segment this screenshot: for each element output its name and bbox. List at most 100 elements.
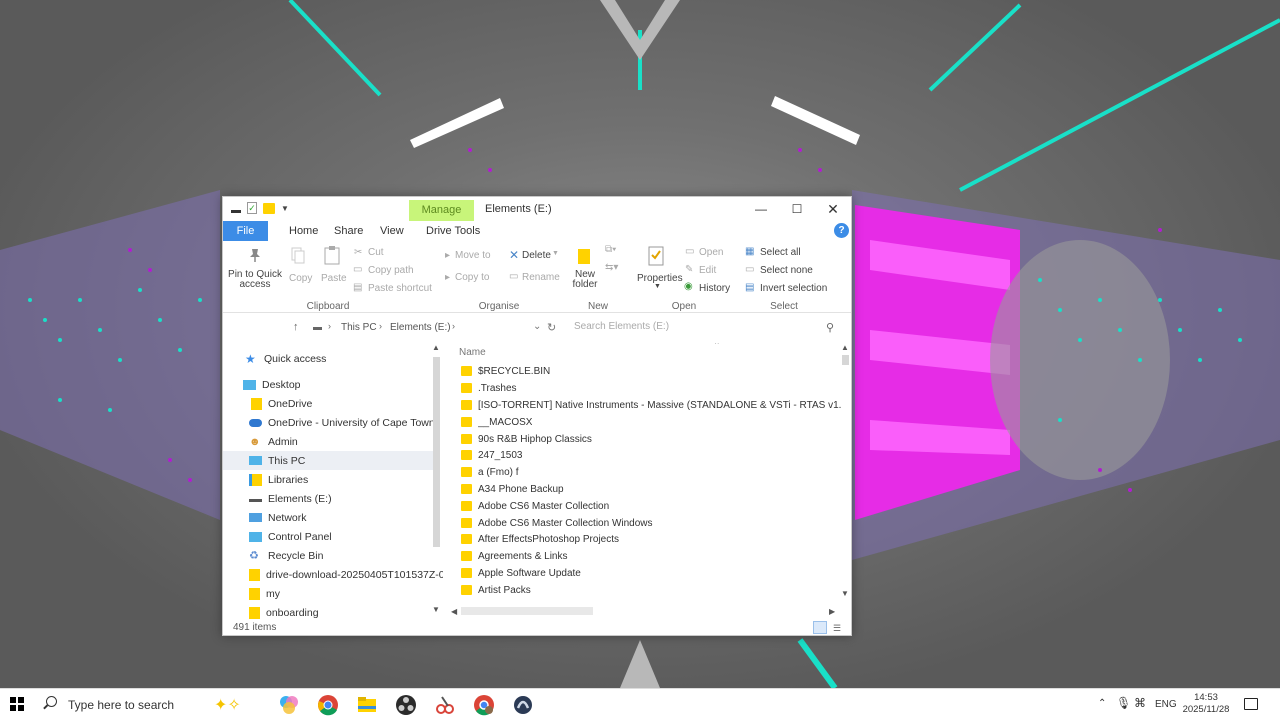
list-item[interactable]: Apple Software Update xyxy=(461,565,841,581)
list-item[interactable]: A34 Phone Backup xyxy=(461,481,841,497)
scroll-up-arrow-icon[interactable]: ▲ xyxy=(841,343,849,352)
nav-item-libraries[interactable]: Libraries xyxy=(223,470,433,489)
scrollbar-thumb[interactable] xyxy=(842,355,849,365)
paste-button[interactable]: Paste xyxy=(321,273,347,284)
open-button[interactable]: Open xyxy=(699,247,723,258)
copy-to-button[interactable]: Copy to xyxy=(455,272,489,283)
list-item[interactable]: After EffectsPhotoshop Projects xyxy=(461,531,841,547)
copy-path-button[interactable]: Copy path xyxy=(368,265,414,276)
list-item[interactable]: $RECYCLE.BIN xyxy=(461,363,841,379)
obs-icon[interactable] xyxy=(395,694,417,716)
move-to-button[interactable]: Move to xyxy=(455,250,491,261)
nav-item-this-pc[interactable]: This PC xyxy=(223,451,433,470)
breadcrumb-elements[interactable]: Elements (E:) xyxy=(390,322,451,333)
windows-start-icon[interactable] xyxy=(10,697,24,711)
rename-button[interactable]: Rename xyxy=(522,272,560,283)
list-item[interactable]: Adobe CS6 Master Collection xyxy=(461,498,841,514)
pin-to-quick-access-button[interactable]: Pin to Quick access xyxy=(227,270,283,290)
breadcrumb-chevron-icon[interactable]: › xyxy=(379,321,382,331)
search-icon[interactable]: ⚲ xyxy=(826,321,834,334)
tab-home[interactable]: Home xyxy=(281,221,326,241)
breadcrumb-this-pc[interactable]: This PC xyxy=(341,322,377,333)
manage-context-tab[interactable]: Manage xyxy=(409,200,474,221)
tab-share[interactable]: Share xyxy=(326,221,371,241)
horizontal-scrollbar-thumb[interactable] xyxy=(461,607,593,615)
new-item-icon[interactable]: ⧉▾ xyxy=(605,244,616,255)
copilot-icon[interactable] xyxy=(278,694,300,716)
minimize-button[interactable]: — xyxy=(743,197,779,221)
list-item[interactable]: [ISO-TORRENT] Native Instruments - Massi… xyxy=(461,397,841,413)
maximize-button[interactable]: ☐ xyxy=(779,197,815,221)
refresh-icon[interactable]: ↻ xyxy=(547,321,556,334)
network-status-icon[interactable]: ⌘ xyxy=(1134,696,1146,710)
nav-item-control-panel[interactable]: Control Panel xyxy=(223,527,433,546)
customize-qat-chevron-icon[interactable]: ▼ xyxy=(281,204,289,213)
list-item[interactable]: 247_1503 xyxy=(461,447,841,463)
breadcrumb-chevron-icon[interactable]: › xyxy=(328,321,331,331)
notification-center-icon[interactable] xyxy=(1244,698,1258,710)
list-item[interactable]: 90s R&B Hiphop Classics xyxy=(461,431,841,447)
nav-item-onedrive[interactable]: OneDrive xyxy=(223,394,433,413)
properties-dropdown-icon[interactable]: ▼ xyxy=(654,283,661,290)
up-arrow-icon[interactable]: ↑ xyxy=(293,321,299,333)
system-clock[interactable]: 14:53 2025/11/28 xyxy=(1180,692,1232,716)
delete-button[interactable]: Delete xyxy=(522,250,551,261)
list-item[interactable]: Adobe CS6 Master Collection Windows xyxy=(461,515,841,531)
chrome-profile-icon[interactable] xyxy=(473,694,495,716)
new-folder-button[interactable]: New folder xyxy=(569,270,601,290)
tab-file[interactable]: File xyxy=(223,221,268,241)
chrome-icon[interactable] xyxy=(317,694,339,716)
edit-button[interactable]: Edit xyxy=(699,265,716,276)
help-icon[interactable]: ? xyxy=(834,223,849,238)
scroll-left-arrow-icon[interactable]: ◀ xyxy=(451,607,457,616)
scroll-down-arrow-icon[interactable]: ▼ xyxy=(841,589,849,598)
cut-button[interactable]: Cut xyxy=(368,247,384,258)
details-view-icon[interactable] xyxy=(813,621,827,634)
file-list-scrollbar[interactable]: ▲ ▼ xyxy=(839,343,851,619)
list-item[interactable]: Artist Packs xyxy=(461,582,841,598)
scrollbar-thumb[interactable] xyxy=(433,357,440,547)
app-icon[interactable] xyxy=(512,694,534,716)
file-explorer-icon[interactable] xyxy=(356,694,378,716)
easy-access-icon[interactable]: ⇆▾ xyxy=(605,262,618,273)
new-folder-qat-icon[interactable] xyxy=(263,202,275,214)
list-item[interactable]: __MACOSX xyxy=(461,414,841,430)
delete-dropdown-icon[interactable]: ▼ xyxy=(552,250,559,257)
language-indicator[interactable]: ENG xyxy=(1155,699,1177,710)
select-none-button[interactable]: Select none xyxy=(760,265,813,276)
scroll-up-arrow-icon[interactable]: ▲ xyxy=(432,343,440,352)
nav-item-drive-download[interactable]: drive-download-20250405T101537Z-00 xyxy=(223,565,443,584)
copy-button[interactable]: Copy xyxy=(289,273,312,284)
select-all-button[interactable]: Select all xyxy=(760,247,801,258)
nav-item-elements[interactable]: Elements (E:) xyxy=(223,489,433,508)
nav-item-recycle-bin[interactable]: ♻ Recycle Bin xyxy=(223,546,433,565)
nav-item-network[interactable]: Network xyxy=(223,508,433,527)
nav-item-onboarding[interactable]: onboarding xyxy=(223,603,433,619)
paste-shortcut-button[interactable]: Paste shortcut xyxy=(368,283,432,294)
snipping-tool-icon[interactable] xyxy=(434,694,456,716)
scroll-down-arrow-icon[interactable]: ▼ xyxy=(432,605,440,614)
tab-drive-tools[interactable]: Drive Tools xyxy=(418,221,488,241)
address-dropdown-icon[interactable]: ⌄ xyxy=(533,321,541,332)
window-menu-icon[interactable] xyxy=(231,210,241,213)
history-button[interactable]: History xyxy=(699,283,730,294)
scroll-right-arrow-icon[interactable]: ▶ xyxy=(829,607,835,616)
nav-item-my[interactable]: my xyxy=(223,584,433,603)
search-input[interactable] xyxy=(574,321,814,332)
nav-item-quick-access[interactable]: ★ Quick access xyxy=(223,349,433,368)
list-item[interactable]: Agreements & Links xyxy=(461,548,841,564)
tab-view[interactable]: View xyxy=(372,221,412,241)
breadcrumb-chevron-icon[interactable]: › xyxy=(452,321,455,331)
list-item[interactable]: .Trashes xyxy=(461,380,841,396)
search-highlight-icon[interactable]: ✦✧ xyxy=(214,695,241,715)
invert-selection-button[interactable]: Invert selection xyxy=(760,283,827,294)
list-item[interactable]: a (Fmo) f xyxy=(461,464,841,480)
column-header-name[interactable]: Name xyxy=(459,347,486,358)
nav-item-onedrive-uct[interactable]: OneDrive - University of Cape Town xyxy=(223,413,433,432)
microphone-icon[interactable]: 🎙 xyxy=(1116,696,1131,710)
nav-item-desktop[interactable]: Desktop xyxy=(223,375,433,394)
close-button[interactable]: ✕ xyxy=(815,197,851,221)
large-icons-view-icon[interactable]: ☰ xyxy=(833,623,841,634)
show-hidden-icons-chevron-icon[interactable]: ⌃ xyxy=(1098,698,1106,709)
nav-pane-scrollbar[interactable]: ▲ ▼ xyxy=(430,343,442,619)
